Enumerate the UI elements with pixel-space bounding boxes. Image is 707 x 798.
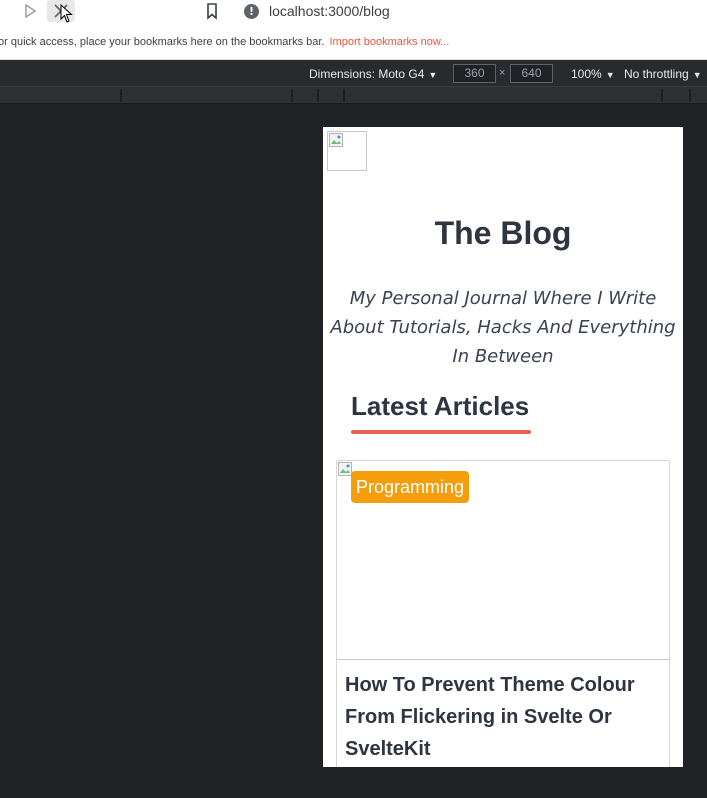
media-query-ruler[interactable] (0, 87, 707, 104)
zoom-dropdown[interactable]: 100% ▼ (571, 67, 615, 81)
broken-image-icon (329, 133, 343, 147)
device-toolbar: Dimensions: Moto G4 ▼ 360 × 640 100% ▼ No … (0, 60, 707, 87)
broken-image-icon (338, 462, 352, 476)
page-subtitle: My Personal Journal Where I Write About … (330, 288, 676, 367)
article-thumbnail[interactable]: Programming (337, 461, 669, 660)
category-tag[interactable]: Programming (351, 471, 470, 503)
bookmark-icon (207, 3, 217, 20)
play-button[interactable] (16, 0, 44, 22)
dimension-separator: × (499, 67, 506, 79)
bookmark-button[interactable] (202, 2, 222, 20)
page-title: The Blog (434, 215, 572, 251)
bookmarks-bar-hint: or quick access, place your bookmarks he… (0, 35, 325, 48)
site-logo[interactable] (327, 131, 367, 171)
section-title: Latest Articles (351, 391, 530, 421)
url-text[interactable]: localhost:3000/blog (269, 3, 390, 19)
zoom-label: 100% (571, 67, 602, 81)
browser-top-bar: ! localhost:3000/blog (0, 0, 707, 24)
play-icon (25, 4, 36, 18)
bookmarks-bar: or quick access, place your bookmarks he… (0, 24, 707, 60)
dimensions-label: Dimensions: Moto G4 (309, 67, 425, 81)
width-input[interactable]: 360 (453, 64, 496, 83)
chevron-down-icon: ▼ (692, 70, 702, 80)
chevron-down-icon: ▼ (428, 70, 438, 80)
chevron-down-icon: ▼ (605, 70, 615, 80)
import-bookmarks-link[interactable]: Import bookmarks now... (330, 36, 450, 48)
throttling-label: No throttling (624, 67, 689, 81)
section-title-underline (351, 430, 531, 434)
article-title[interactable]: How To Prevent Theme Colour From Flicker… (345, 669, 655, 765)
address-bar[interactable]: ! localhost:3000/blog (244, 0, 390, 22)
info-icon[interactable]: ! (244, 3, 259, 19)
article-card[interactable]: Programming How To Prevent Theme Colour … (336, 460, 670, 767)
throttling-dropdown[interactable]: No throttling ▼ (624, 67, 702, 81)
dimensions-dropdown[interactable]: Dimensions: Moto G4 ▼ (309, 67, 437, 81)
height-input[interactable]: 640 (510, 64, 553, 83)
device-viewport: The Blog My Personal Journal Where I Wri… (323, 127, 683, 767)
mouse-cursor-icon (60, 4, 73, 23)
